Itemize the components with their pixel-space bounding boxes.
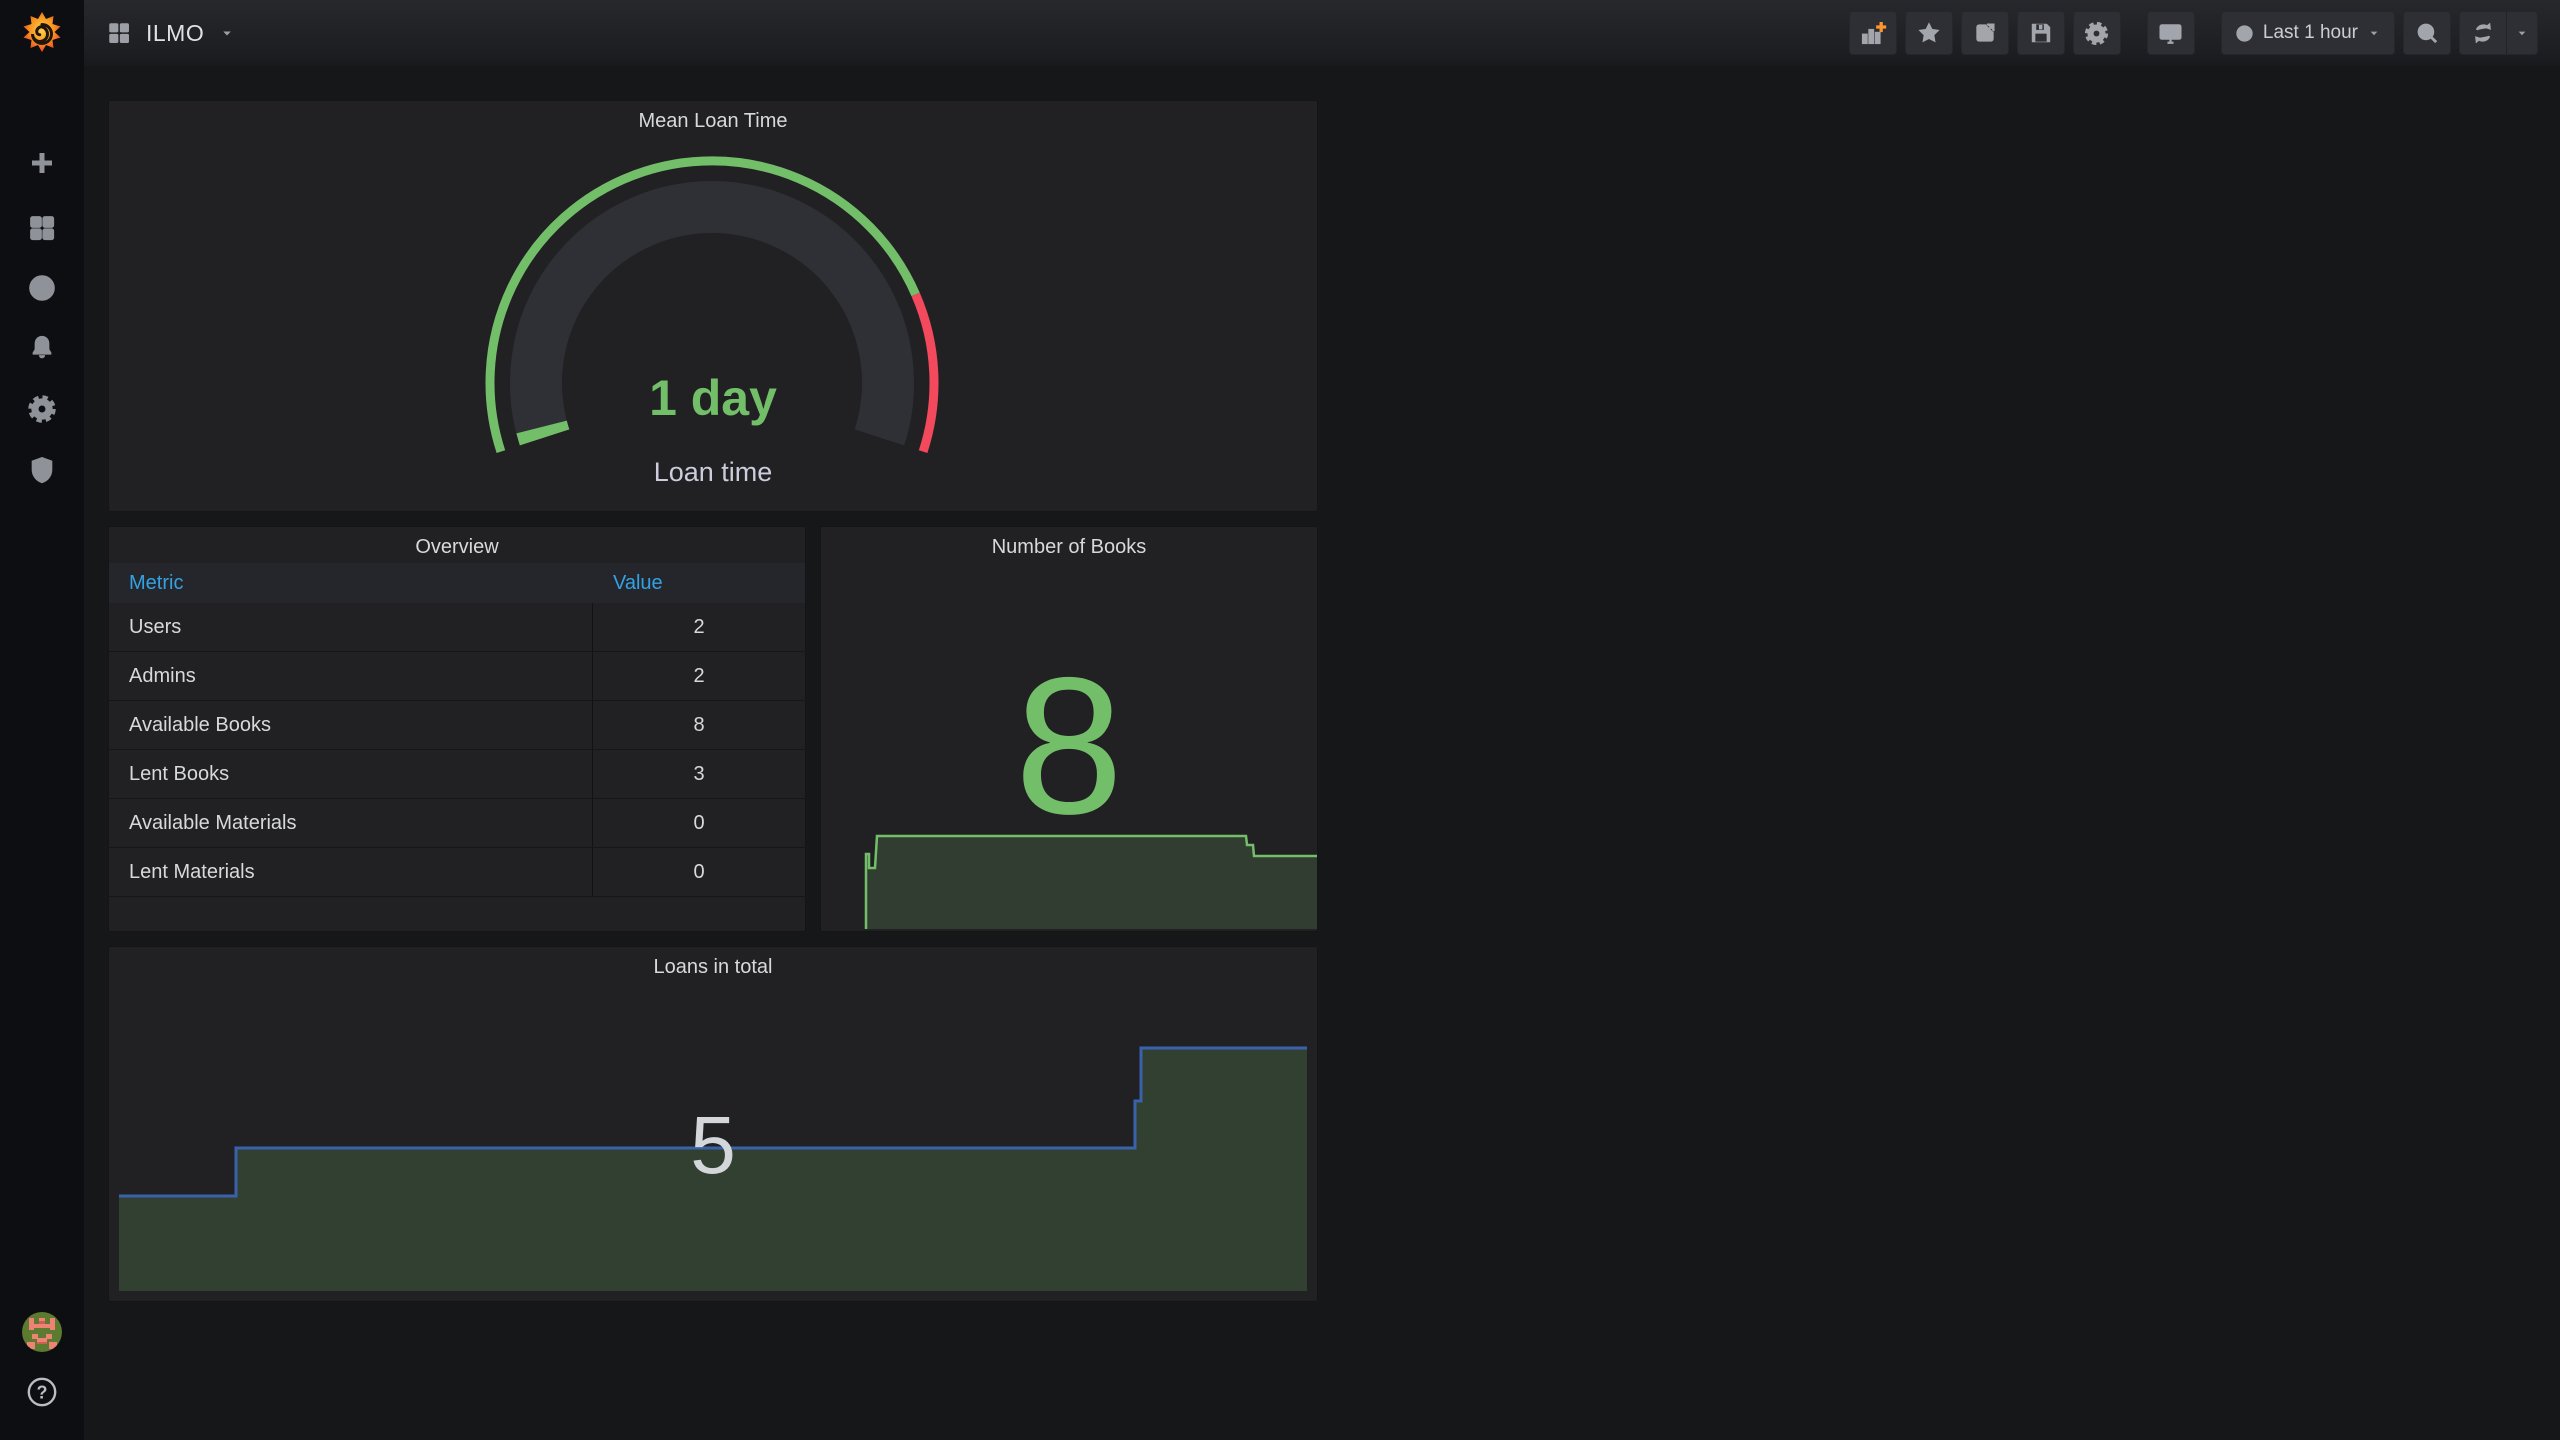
add-panel-icon (1861, 22, 1887, 45)
cell-metric: Available Books (129, 713, 271, 736)
sidebar-item-explore[interactable] (0, 270, 84, 306)
chevron-down-icon (2370, 31, 2378, 36)
cell-value: 0 (592, 799, 805, 847)
apps-grid-icon (109, 23, 129, 43)
sidebar: ? (0, 0, 84, 1440)
user-avatar[interactable] (0, 1310, 84, 1354)
monitor-icon (2159, 23, 2182, 44)
favorite-button[interactable] (1904, 11, 1953, 55)
table-row: Users 2 (109, 603, 805, 652)
star-icon (1918, 22, 1940, 43)
navbar: ILMO Last 1 hour (84, 0, 2560, 66)
save-button[interactable] (2016, 11, 2065, 55)
zoom-out-button[interactable] (2403, 11, 2451, 55)
stat-value: 5 (690, 1100, 736, 1191)
gauge-chart (485, 156, 939, 453)
table-row: Lent Books 3 (109, 750, 805, 799)
add-panel-button[interactable] (1848, 11, 1897, 55)
clock-icon (2236, 24, 2253, 42)
chevron-down-icon (2518, 31, 2526, 36)
cell-value: 3 (592, 750, 805, 798)
gauge-value-bar (516, 420, 570, 446)
zoom-out-icon (2417, 23, 2437, 43)
grafana-dashboard: ? ILMO Last 1 hour Mean Loan Time 1 day … (0, 0, 2560, 1440)
gauge-value: 1 day (649, 370, 777, 426)
settings-button[interactable] (2072, 11, 2121, 55)
dashboards-grid-icon (30, 216, 55, 241)
save-icon (2031, 23, 2051, 43)
cell-metric: Lent Materials (129, 860, 255, 883)
sidebar-item-dashboards[interactable] (0, 210, 84, 246)
sidebar-item-configuration[interactable] (0, 391, 84, 427)
table-row: Admins 2 (109, 652, 805, 701)
cell-value: 2 (592, 652, 805, 700)
table-header: Metric Value (109, 563, 805, 603)
compass-icon (29, 275, 55, 301)
table-row: Lent Materials 0 (109, 848, 805, 897)
refresh-interval-dropdown[interactable] (2506, 12, 2537, 54)
table-row: Available Books 8 (109, 701, 805, 750)
gear-icon (28, 395, 56, 423)
cell-metric: Users (129, 615, 182, 638)
table-body: Users 2 Admins 2 Available Books 8 Lent … (109, 603, 805, 897)
panel-overview: Overview Metric Value Users 2 Admins 2 A… (108, 526, 806, 932)
refresh-button-group (2459, 11, 2538, 55)
gauge-label: Loan time (653, 457, 773, 487)
table-row: Available Materials 0 (109, 799, 805, 848)
cell-value: 8 (592, 701, 805, 749)
time-range-picker[interactable]: Last 1 hour (2220, 11, 2395, 55)
dashboard-title[interactable]: ILMO (146, 20, 204, 47)
cell-value: 2 (592, 603, 805, 651)
grafana-logo-icon (23, 12, 61, 52)
panel-loans-in-total: Loans in total 5 (108, 946, 1318, 1302)
sidebar-item-alerting[interactable] (0, 330, 84, 366)
cell-value: 0 (592, 848, 805, 896)
bell-icon (32, 335, 52, 359)
navbar-left: ILMO (84, 20, 236, 47)
shield-icon (31, 456, 53, 484)
column-header-value[interactable]: Value (613, 563, 663, 603)
share-button[interactable] (1960, 11, 2009, 55)
question-mark-icon: ? (27, 1377, 57, 1407)
share-icon (1976, 23, 1995, 42)
books-sparkline-fill (866, 836, 1317, 929)
sidebar-item-create[interactable] (0, 145, 84, 181)
refresh-icon (2475, 22, 2491, 44)
chevron-down-icon[interactable] (218, 24, 236, 42)
help-button[interactable]: ? (0, 1372, 84, 1412)
cell-metric: Available Materials (129, 811, 297, 834)
panel-mean-loan-time: Mean Loan Time 1 day Loan time (108, 100, 1318, 512)
cell-metric: Admins (129, 664, 196, 687)
navbar-right: Last 1 hour (1848, 11, 2560, 55)
column-header-metric[interactable]: Metric (129, 563, 183, 603)
refresh-button[interactable] (2460, 12, 2506, 54)
help-glyph: ? (37, 1382, 48, 1402)
avatar-icon (22, 1312, 62, 1352)
cell-metric: Lent Books (129, 762, 230, 785)
panel-number-of-books: Number of Books 8 (820, 526, 1318, 932)
gear-icon (2085, 21, 2109, 45)
time-range-label: Last 1 hour (2262, 22, 2358, 43)
cycle-view-mode-button[interactable] (2146, 11, 2195, 55)
panel-title[interactable]: Overview (109, 536, 805, 559)
books-sparkline (864, 834, 1317, 929)
grafana-logo[interactable] (0, 8, 84, 60)
sidebar-item-server-admin[interactable] (0, 452, 84, 488)
plus-icon (32, 153, 52, 173)
